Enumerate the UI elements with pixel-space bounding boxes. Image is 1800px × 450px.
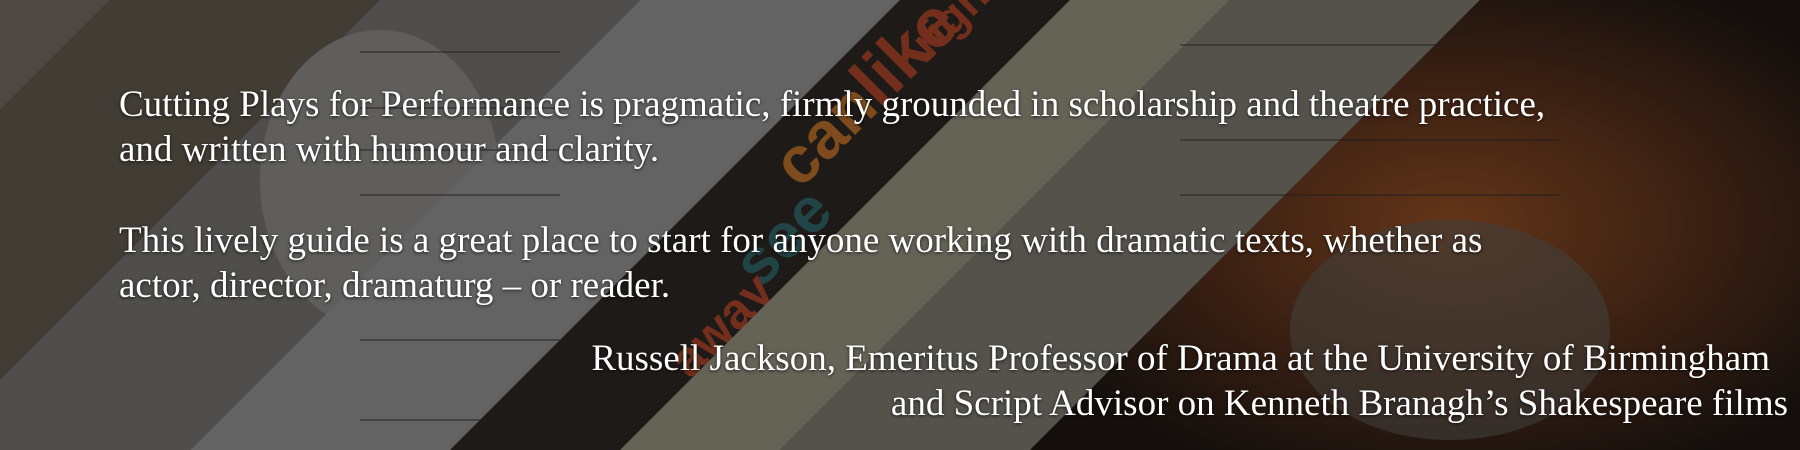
quote-line: actor, director, dramaturg – or reader. [119, 265, 671, 306]
testimonial-banner: like can see away right get Cutting [0, 0, 1800, 450]
attribution: Russell Jackson, Emeritus Professor of D… [591, 336, 1788, 426]
quote-paragraph-1: Cutting Plays for Performance is pragmat… [119, 82, 1759, 172]
quote-paragraph-2: This lively guide is a great place to st… [119, 218, 1759, 308]
attribution-line: Russell Jackson, Emeritus Professor of D… [591, 338, 1770, 379]
quote-line: Cutting Plays for Performance is pragmat… [119, 84, 1546, 125]
quote-line: This lively guide is a great place to st… [119, 220, 1483, 261]
attribution-line: and Script Advisor on Kenneth Branagh’s … [890, 383, 1788, 424]
quote-line: and written with humour and clarity. [119, 129, 660, 170]
